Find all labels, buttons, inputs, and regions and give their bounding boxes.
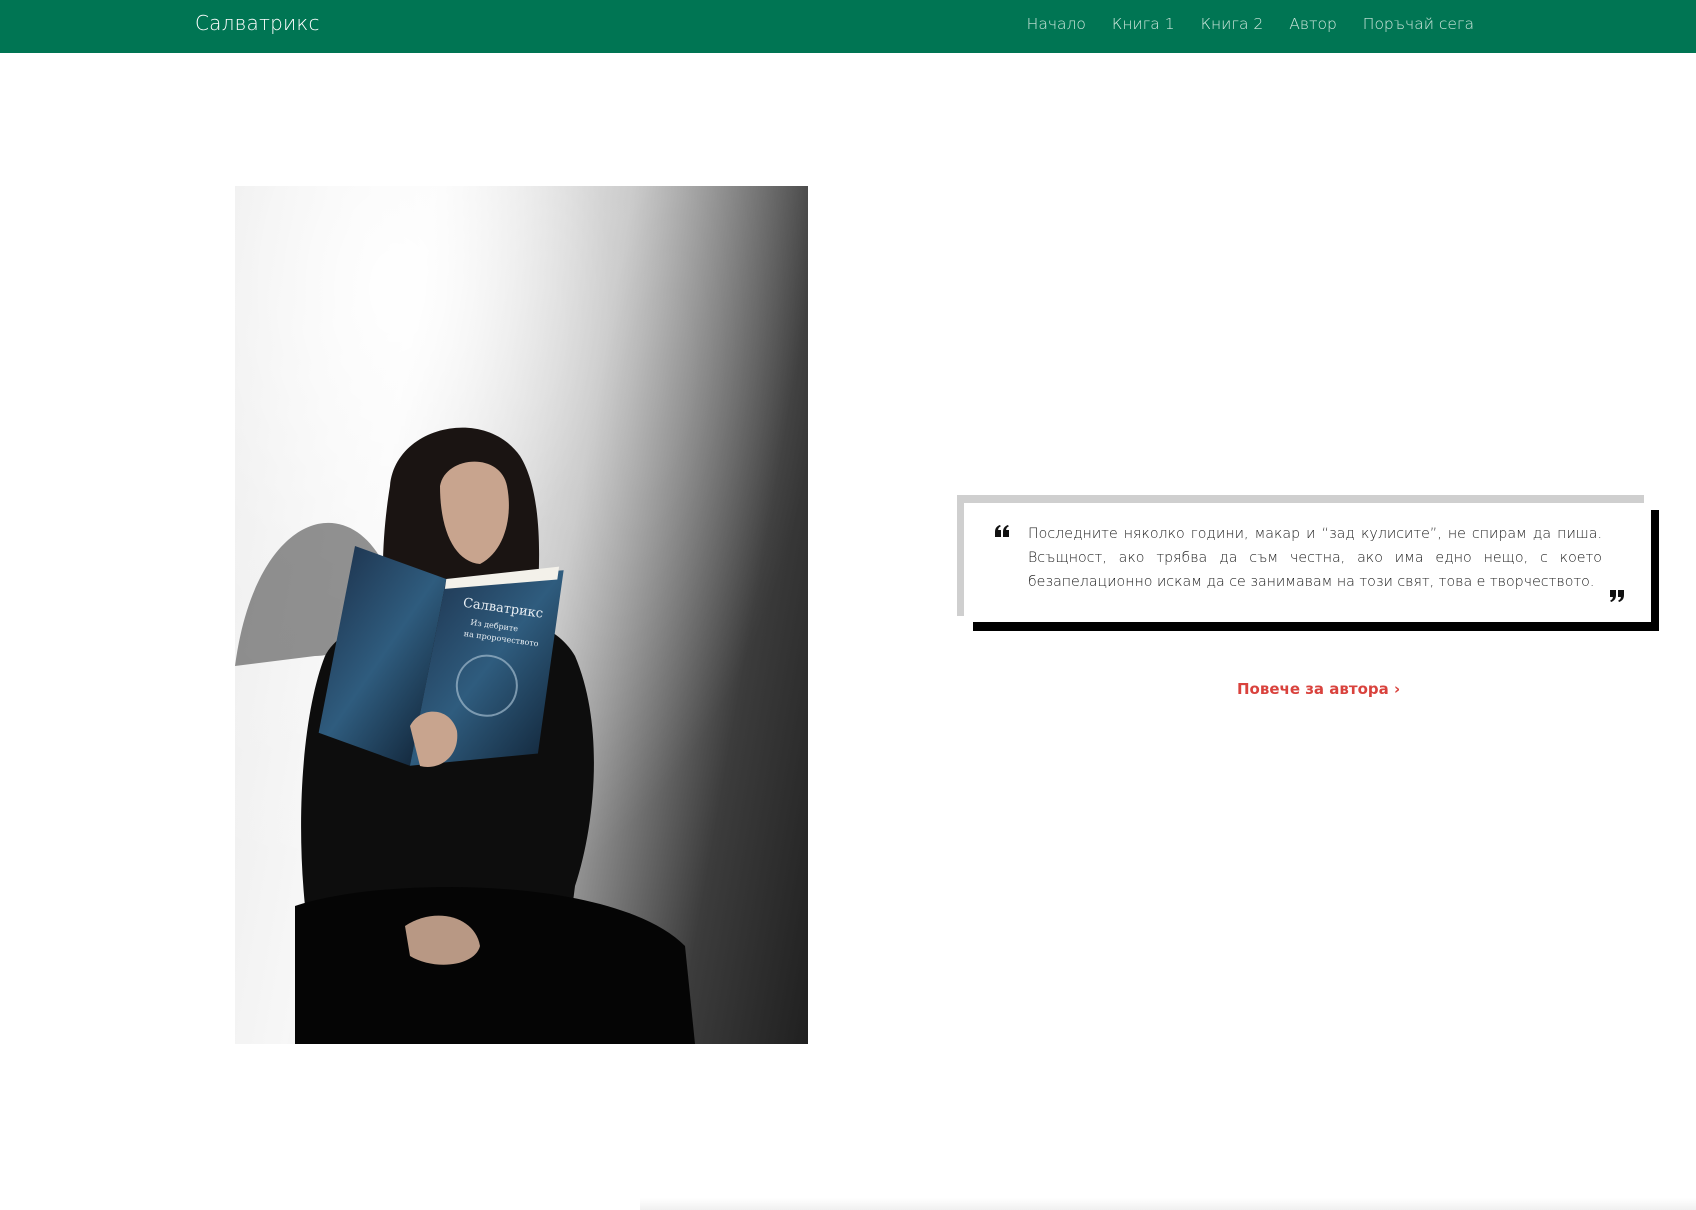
quote-text: Последните няколко години, макар и “зад …: [1028, 526, 1602, 590]
quote-open-icon: [995, 525, 1009, 537]
top-navbar: Салватрикс Начало Книга 1 Книга 2 Автор …: [0, 0, 1696, 53]
nav-link-book-2[interactable]: Книга 2: [1201, 15, 1264, 33]
nav-link-author[interactable]: Автор: [1289, 15, 1337, 33]
nav-link-book-1[interactable]: Книга 1: [1112, 15, 1175, 33]
nav-link-order-now[interactable]: Поръчай сега: [1363, 15, 1474, 33]
author-reading-photo: Салватрикс Из дебрите на пророчеството: [235, 186, 808, 1044]
quote-card: Последните няколко години, макар и “зад …: [964, 503, 1651, 622]
author-quote-block: Последните няколко години, макар и “зад …: [957, 495, 1659, 631]
bottom-edge-shadow: [640, 1198, 1696, 1210]
nav-links: Начало Книга 1 Книга 2 Автор Поръчай сег…: [1027, 15, 1474, 33]
more-about-author-link[interactable]: Повече за автора ›: [1237, 680, 1400, 698]
quote-close-icon: [1610, 590, 1624, 602]
nav-link-home[interactable]: Начало: [1027, 15, 1086, 33]
author-photo-illustration: Салватрикс Из дебрите на пророчеството: [235, 186, 808, 1044]
brand-link[interactable]: Салватрикс: [195, 11, 320, 35]
